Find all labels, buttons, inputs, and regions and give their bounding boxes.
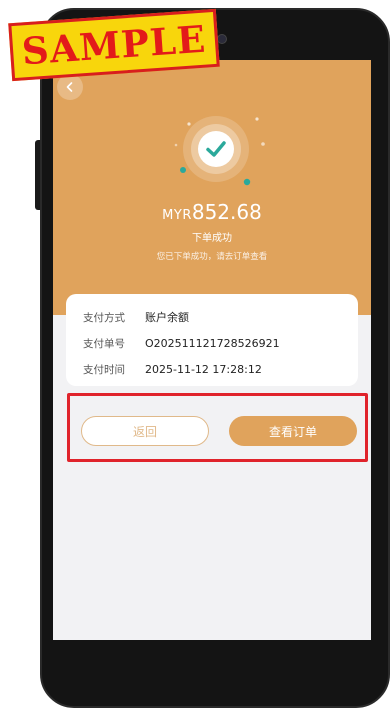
front-camera — [217, 34, 227, 44]
back-arrow-button[interactable] — [57, 74, 83, 100]
payment-method-row: 支付方式 账户余额 — [83, 309, 189, 325]
payment-time-row: 支付时间 2025-11-12 17:28:12 — [83, 361, 262, 377]
payment-details-card: 支付方式 账户余额 支付单号 O2025111217285269​21 支付时间… — [66, 294, 358, 386]
order-success-subtitle: 您已下单成功，请去订单查看 — [156, 252, 268, 262]
payment-number-value: O2025111217285269​21 — [145, 336, 280, 350]
payment-method-label: 支付方式 — [83, 311, 125, 324]
sample-watermark-text: SAMPLE — [20, 16, 208, 74]
payment-number-row: 支付单号 O2025111217285269​21 — [83, 335, 280, 351]
amount-value: 852.68 — [191, 200, 262, 224]
buttons-highlight-box — [67, 393, 368, 462]
payment-number-label: 支付单号 — [83, 337, 125, 350]
order-success-title: 下单成功 — [192, 233, 232, 244]
payment-method-value: 账户余额 — [145, 311, 189, 324]
payment-time-value: 2025-11-12 17:28:12 — [145, 362, 262, 376]
currency-code: MYR — [162, 208, 192, 223]
success-check-icon — [174, 116, 265, 186]
app-screen: MYR852.68 下单成功 您已下单成功，请去订单查看 支付方式 账户余额 支… — [53, 60, 371, 640]
payment-time-label: 支付时间 — [83, 363, 125, 376]
success-header: MYR852.68 下单成功 您已下单成功，请去订单查看 — [53, 60, 371, 315]
payment-amount: MYR852.68 — [53, 200, 371, 224]
back-arrow-icon — [66, 82, 73, 92]
